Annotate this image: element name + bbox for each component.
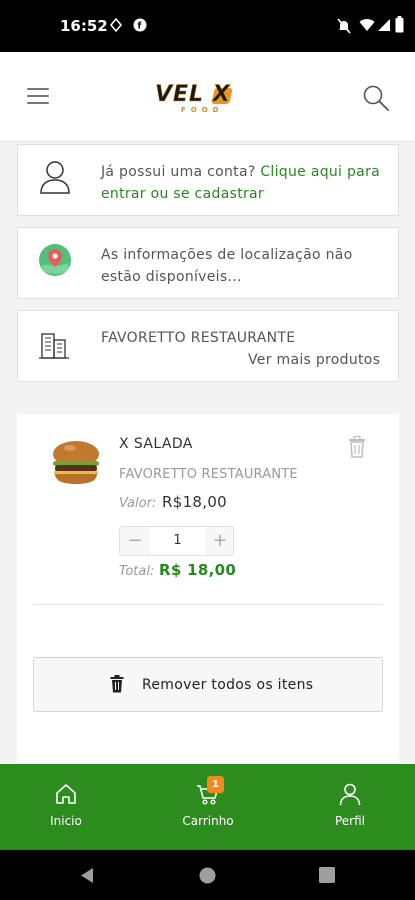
store-name: FAVORETTO RESTAURANTE [101, 330, 296, 346]
location-card: As informações de localização não estão … [17, 227, 399, 299]
nav-home[interactable]: Inicio [16, 764, 116, 850]
dnd-off-icon [337, 18, 351, 34]
login-card[interactable]: Já possui uma conta? Clique aqui para en… [17, 144, 399, 216]
bottom-navigation: Inicio 1 Carrinho Perfil [0, 764, 415, 850]
logo-text: VEL X [155, 82, 231, 108]
user-outline-icon [40, 161, 70, 194]
store-card: FAVORETTO RESTAURANTE Ver mais produtos [17, 310, 399, 382]
remove-all-items-button[interactable]: Remover todos os itens [33, 657, 383, 712]
menu-icon[interactable] [27, 88, 49, 106]
quantity-stepper: − 1 + [119, 526, 234, 556]
signal-diamond-icon [110, 18, 122, 32]
divider [33, 604, 383, 605]
status-time: 16:52 [60, 17, 108, 35]
building-icon [39, 333, 69, 359]
nav-home-label: Inicio [50, 814, 82, 828]
decrease-quantity-button[interactable]: − [120, 527, 150, 555]
login-text: Já possui uma conta? [101, 164, 261, 180]
back-icon[interactable] [79, 867, 95, 884]
total-value: R$ 18,00 [159, 561, 237, 579]
nav-cart-label: Carrinho [182, 814, 234, 828]
brand-logo[interactable]: VEL X FOOD [155, 78, 265, 118]
svg-text:f: f [138, 22, 142, 32]
login-prompt: Já possui uma conta? Clique aqui para en… [101, 161, 386, 205]
home-circle-icon[interactable] [199, 867, 216, 884]
wifi-icon [359, 19, 375, 31]
cart-panel: X SALADA FAVORETTO RESTAURANTE Valor: R$… [17, 414, 399, 764]
trash-icon [110, 675, 124, 693]
nav-cart[interactable]: 1 Carrinho [158, 764, 258, 850]
price-label: Valor: [119, 496, 157, 511]
cart-count-badge: 1 [207, 776, 224, 793]
increase-quantity-button[interactable]: + [205, 527, 235, 555]
status-bar: 16:52 f [0, 0, 415, 52]
quantity-value[interactable]: 1 [150, 527, 205, 555]
price-value: R$18,00 [162, 493, 228, 511]
signal-icon [378, 19, 390, 31]
system-navigation-bar [0, 850, 415, 900]
product-restaurant: FAVORETTO RESTAURANTE [119, 467, 298, 482]
user-icon [339, 783, 361, 806]
app-header: VEL X FOOD [0, 52, 415, 142]
logo-subtitle: FOOD [181, 106, 224, 114]
trash-icon[interactable] [348, 436, 366, 458]
location-message: As informações de localização não estão … [101, 247, 353, 285]
search-icon[interactable] [362, 84, 390, 112]
burger-image [53, 441, 99, 484]
home-icon [56, 784, 76, 804]
see-more-products-link[interactable]: Ver mais produtos [248, 349, 380, 371]
location-map-icon [39, 244, 71, 276]
product-name: X SALADA [119, 436, 193, 452]
nav-profile-label: Perfil [334, 814, 366, 828]
total-label: Total: [119, 564, 155, 579]
battery-icon [395, 16, 404, 33]
recents-icon[interactable] [319, 867, 335, 883]
app-notification-icon: f [133, 18, 147, 32]
remove-all-label: Remover todos os itens [142, 677, 314, 693]
nav-profile[interactable]: Perfil [300, 764, 400, 850]
